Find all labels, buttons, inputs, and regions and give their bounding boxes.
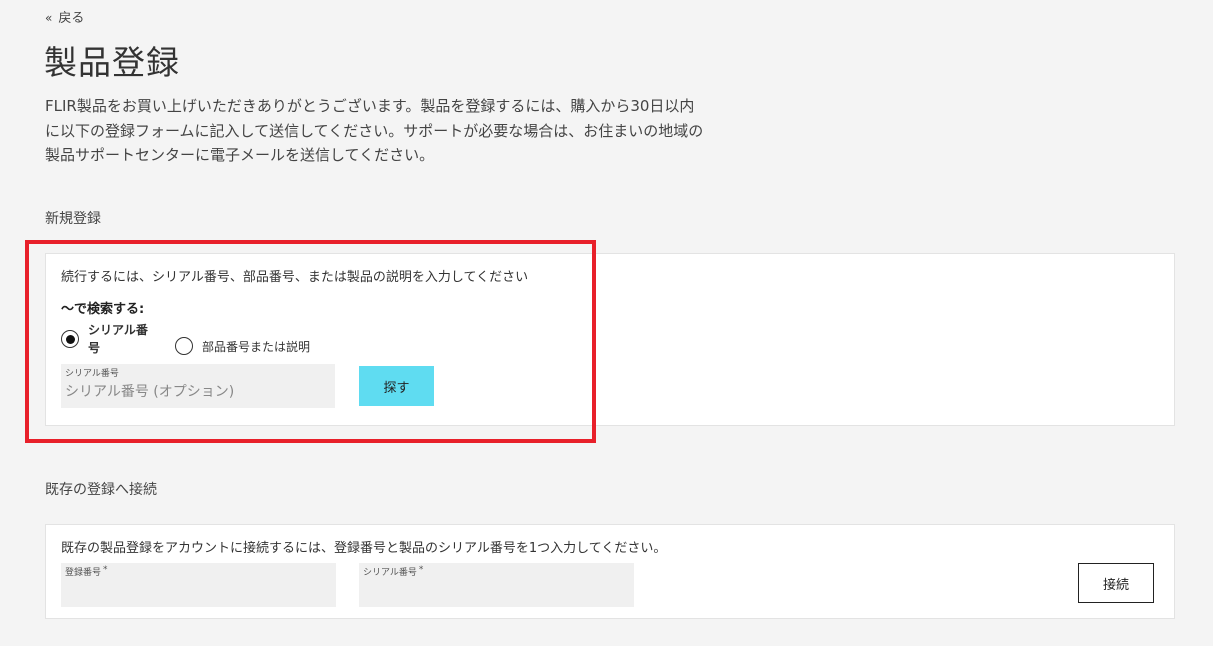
radio-button-unselected[interactable] [175, 337, 193, 355]
radio-serial-number[interactable]: シリアル番号 [61, 321, 158, 357]
radio-serial-number-label: シリアル番号 [88, 323, 148, 355]
page-title: 製品登録 [44, 43, 180, 82]
existing-serial-number-field: シリアル番号 * [359, 563, 634, 607]
existing-serial-number-input[interactable] [359, 577, 634, 605]
back-link-label: 戻る [58, 11, 85, 26]
registration-number-input[interactable] [61, 577, 336, 605]
double-chevron-left-icon: « [45, 11, 53, 25]
new-registration-instruction: 続行するには、シリアル番号、部品番号、または製品の説明を入力してください [61, 270, 529, 285]
serial-number-input[interactable] [61, 378, 335, 406]
new-registration-card: 続行するには、シリアル番号、部品番号、または製品の説明を入力してください 〜で検… [45, 253, 1175, 426]
serial-number-field: シリアル番号 [61, 364, 335, 408]
connect-button[interactable]: 接続 [1078, 563, 1154, 603]
page: « 戻る 製品登録 FLIR製品をお買い上げいただきありがとうございます。製品を登… [0, 0, 1213, 646]
intro-text: FLIR製品をお買い上げいただきありがとうございます。製品を登録するには、購入か… [45, 97, 704, 164]
registration-number-field: 登録番号 * [61, 563, 336, 607]
existing-registration-heading: 既存の登録へ接続 [45, 482, 157, 498]
existing-registration-instruction: 既存の製品登録をアカウントに接続するには、登録番号と製品のシリアル番号を1つ入力… [61, 541, 667, 556]
existing-registration-card: 既存の製品登録をアカウントに接続するには、登録番号と製品のシリアル番号を1つ入力… [45, 524, 1175, 619]
search-by-label: 〜で検索する: [61, 302, 145, 317]
search-button[interactable]: 探す [359, 366, 434, 406]
radio-part-number-label: 部品番号または説明 [202, 339, 311, 354]
radio-part-number[interactable]: 部品番号または説明 [175, 337, 310, 355]
radio-button-selected[interactable] [61, 330, 79, 348]
back-link[interactable]: « 戻る [45, 7, 84, 26]
new-registration-heading: 新規登録 [45, 211, 101, 227]
